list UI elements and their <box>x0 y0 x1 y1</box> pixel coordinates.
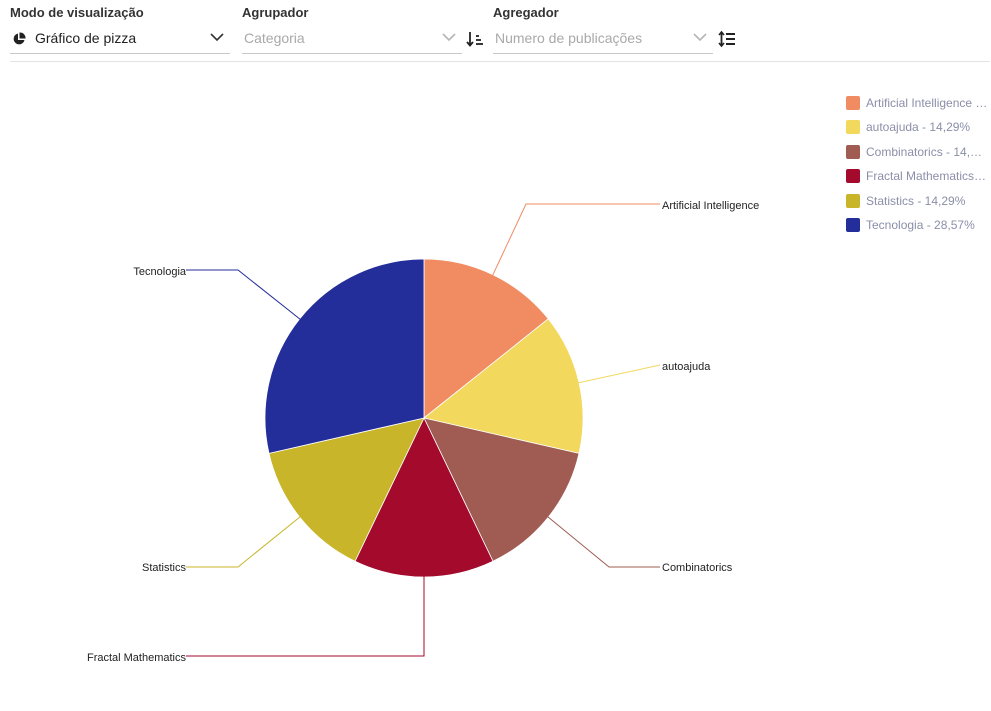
grouper-select[interactable]: Categoria <box>242 26 462 54</box>
legend-label: Fractal Mathematics - 14,29% <box>866 169 988 184</box>
sort-lines-icon[interactable] <box>718 30 736 48</box>
chevron-down-icon <box>693 33 707 42</box>
leader-line <box>575 364 661 384</box>
legend-swatch <box>846 120 860 135</box>
legend-swatch <box>846 193 860 208</box>
chevron-down-icon <box>210 33 224 42</box>
leader-line <box>186 269 304 322</box>
legend-item[interactable]: Artificial Intelligence - 14,29% <box>846 95 991 119</box>
aggregator-select[interactable]: Numero de publicações <box>493 26 713 54</box>
slice-label: Statistics <box>142 562 187 574</box>
legend-item[interactable]: Statistics - 14,29% <box>846 193 991 217</box>
legend-swatch <box>846 169 860 184</box>
slice-label: Tecnologia <box>133 266 186 278</box>
legend-label: Statistics - 14,29% <box>866 193 966 208</box>
legend-label: autoajuda - 14,29% <box>866 120 971 135</box>
legend: Artificial Intelligence - 14,29% autoajud… <box>846 95 991 241</box>
toolbar: Modo de visualização Gráfico de pizza Ag… <box>0 0 991 62</box>
view-mode-select[interactable]: Gráfico de pizza <box>10 26 230 54</box>
view-mode-label: Modo de visualização <box>10 5 144 20</box>
legend-label: Tecnologia - 28,57% <box>866 217 975 232</box>
leader-line <box>186 514 304 568</box>
legend-swatch <box>846 96 860 110</box>
pie-chart-icon <box>13 32 26 45</box>
chevron-down-icon <box>442 33 456 42</box>
pie-chart: Artificial Intelligence autoajuda Combinat… <box>87 200 759 664</box>
slice-label: autoajuda <box>662 361 711 373</box>
aggregator-placeholder: Numero de publicações <box>495 30 643 46</box>
grouper-placeholder: Categoria <box>244 30 305 46</box>
grouper-label: Agrupador <box>242 5 309 20</box>
legend-label: Artificial Intelligence - 14,29% <box>866 96 988 110</box>
leader-line <box>544 514 660 568</box>
legend-swatch <box>846 217 860 232</box>
legend-label: Combinatorics - 14,29% <box>866 144 988 159</box>
sort-ascending-icon[interactable] <box>466 30 484 48</box>
slice-label: Fractal Mathematics <box>87 652 187 664</box>
slice-label: Artificial Intelligence <box>662 200 759 212</box>
view-mode-value: Gráfico de pizza <box>35 30 137 46</box>
slice-label: Combinatorics <box>662 562 733 574</box>
leader-line <box>490 203 660 279</box>
legend-item[interactable]: Fractal Mathematics - 14,29% <box>846 168 991 192</box>
aggregator-label: Agregador <box>493 5 559 20</box>
leader-line <box>186 573 425 657</box>
legend-swatch <box>846 144 860 159</box>
legend-item[interactable]: Tecnologia - 28,57% <box>846 217 991 241</box>
legend-item[interactable]: autoajuda - 14,29% <box>846 119 991 143</box>
legend-item[interactable]: Combinatorics - 14,29% <box>846 144 991 168</box>
